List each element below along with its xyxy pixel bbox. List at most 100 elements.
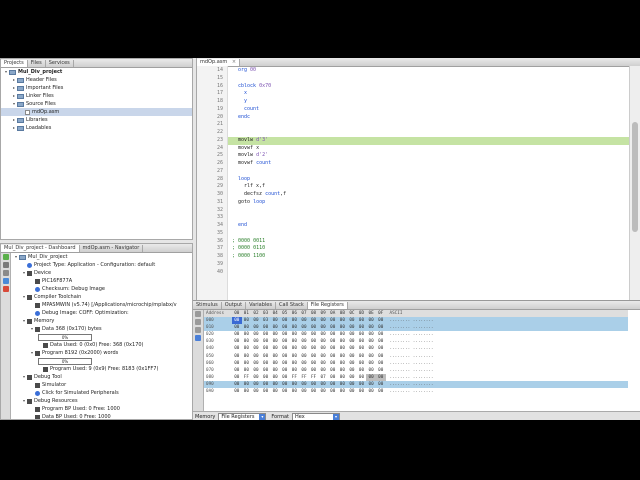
tree-node[interactable]: ▸ Linker Files bbox=[1, 92, 192, 100]
code-line[interactable]: goto loop bbox=[228, 199, 629, 207]
register-cell[interactable]: 00 bbox=[338, 331, 348, 338]
register-cell[interactable]: 00 bbox=[318, 360, 328, 367]
register-cell[interactable]: 00 bbox=[328, 331, 338, 338]
register-cell[interactable]: 00 bbox=[270, 360, 280, 367]
register-cell[interactable]: 00 bbox=[318, 338, 328, 345]
register-cell[interactable]: 00 bbox=[299, 367, 309, 374]
register-cell[interactable]: FF bbox=[290, 374, 300, 381]
register-cell[interactable]: 00 bbox=[366, 367, 376, 374]
code-line[interactable]: movlw d'3' bbox=[228, 136, 629, 145]
memory-select[interactable]: File Registers ▾ bbox=[218, 412, 267, 420]
code-line[interactable]: y bbox=[228, 98, 629, 106]
register-cell[interactable]: 00 bbox=[270, 353, 280, 360]
register-cell[interactable]: 00 bbox=[232, 331, 242, 338]
chip-settings-icon[interactable] bbox=[2, 262, 9, 268]
tree-node[interactable]: ▾ Source Files bbox=[1, 100, 192, 108]
register-cell[interactable]: 00 bbox=[366, 373, 376, 381]
register-cell[interactable]: 00 bbox=[290, 324, 300, 331]
register-cell[interactable]: 00 bbox=[299, 388, 309, 395]
register-cell[interactable]: 00 bbox=[280, 381, 290, 388]
code-line[interactable]: movlw d'2' bbox=[228, 152, 629, 160]
register-cell[interactable]: 00 bbox=[299, 353, 309, 360]
register-cell[interactable]: 00 bbox=[376, 317, 386, 324]
register-cell[interactable]: 00 bbox=[328, 317, 338, 324]
projects-tab-0[interactable]: Projects bbox=[1, 60, 28, 67]
register-cell[interactable]: 00 bbox=[261, 331, 271, 338]
register-cell[interactable]: 00 bbox=[375, 373, 386, 381]
register-cell[interactable]: 00 bbox=[328, 360, 338, 367]
register-cell[interactable]: 00 bbox=[347, 338, 357, 345]
register-cell[interactable]: 00 bbox=[280, 353, 290, 360]
register-cell[interactable]: 00 bbox=[309, 317, 319, 324]
register-cell[interactable]: 00 bbox=[251, 388, 261, 395]
register-cell[interactable]: 00 bbox=[328, 381, 338, 388]
register-cell[interactable]: 00 bbox=[338, 360, 348, 367]
register-cell[interactable]: 00 bbox=[347, 324, 357, 331]
editor-scrollbar[interactable] bbox=[629, 66, 640, 300]
bottom-tab-0[interactable]: Stimulus bbox=[193, 302, 222, 309]
code-line[interactable]: org 00 bbox=[228, 67, 629, 75]
register-cell[interactable]: 00 bbox=[299, 324, 309, 331]
code-line[interactable] bbox=[228, 214, 629, 222]
tree-node[interactable]: Debug Image: COFF: Optimization: bbox=[11, 309, 192, 317]
register-cell[interactable]: 00 bbox=[232, 338, 242, 345]
code-line[interactable]: movwf x bbox=[228, 145, 629, 153]
register-cell[interactable]: 00 bbox=[251, 324, 261, 331]
code-line[interactable] bbox=[228, 230, 629, 238]
register-cell[interactable]: 00 bbox=[232, 317, 242, 325]
register-cell[interactable]: 00 bbox=[366, 345, 376, 352]
register-cell[interactable]: 00 bbox=[261, 353, 271, 360]
register-cell[interactable]: 00 bbox=[242, 360, 252, 367]
register-cell[interactable]: 00 bbox=[357, 353, 367, 360]
register-cell[interactable]: 00 bbox=[347, 388, 357, 395]
register-cell[interactable]: 00 bbox=[376, 345, 386, 352]
tree-node[interactable]: mdOp.asm bbox=[1, 108, 192, 116]
register-cell[interactable]: 00 bbox=[290, 353, 300, 360]
tree-node[interactable]: ▸ Important Files bbox=[1, 84, 192, 92]
register-cell[interactable]: 00 bbox=[299, 345, 309, 352]
register-cell[interactable]: 00 bbox=[290, 317, 300, 324]
register-cell[interactable]: 00 bbox=[299, 381, 309, 388]
register-cell[interactable]: 00 bbox=[232, 360, 242, 367]
register-cell[interactable]: 00 bbox=[280, 360, 290, 367]
register-cell[interactable]: 00 bbox=[347, 374, 357, 381]
register-cell[interactable]: 00 bbox=[270, 381, 280, 388]
register-cell[interactable]: 00 bbox=[270, 331, 280, 338]
code-line[interactable]: count bbox=[228, 106, 629, 114]
register-cell[interactable]: 00 bbox=[328, 353, 338, 360]
register-cell[interactable]: 00 bbox=[328, 338, 338, 345]
register-cell[interactable]: 00 bbox=[318, 367, 328, 374]
register-cell[interactable]: 00 bbox=[338, 353, 348, 360]
register-cell[interactable]: 00 bbox=[357, 381, 367, 388]
register-cell[interactable]: 00 bbox=[261, 345, 271, 352]
tree-node[interactable]: Program BP Used: 0 Free: 1000 bbox=[11, 405, 192, 413]
code-line[interactable]: ; 0000 0110 bbox=[228, 245, 629, 253]
tree-node[interactable]: Click for Simulated Peripherals bbox=[11, 389, 192, 397]
register-cell[interactable]: 00 bbox=[328, 367, 338, 374]
tree-node[interactable]: ▾ Mul_Div_project bbox=[11, 253, 192, 261]
register-cell[interactable]: 00 bbox=[376, 338, 386, 345]
register-cell[interactable]: FF bbox=[299, 374, 309, 381]
tree-node[interactable]: PIC16F877A bbox=[11, 277, 192, 285]
register-cell[interactable]: 00 bbox=[366, 324, 376, 331]
register-cell[interactable]: 00 bbox=[261, 360, 271, 367]
register-cell[interactable]: 00 bbox=[299, 331, 309, 338]
register-cell[interactable]: 00 bbox=[376, 367, 386, 374]
register-cell[interactable]: 00 bbox=[251, 345, 261, 352]
tree-node[interactable]: ▾ Data 368 (0x170) bytes bbox=[11, 325, 192, 333]
register-cell[interactable]: 00 bbox=[318, 345, 328, 352]
tree-node[interactable]: ▸ Loadables bbox=[1, 124, 192, 132]
register-cell[interactable]: 00 bbox=[242, 367, 252, 374]
register-cell[interactable]: 00 bbox=[309, 360, 319, 367]
code-line[interactable]: cblock 0x70 bbox=[228, 83, 629, 91]
register-cell[interactable]: 00 bbox=[318, 388, 328, 395]
register-cell[interactable]: 00 bbox=[328, 374, 338, 381]
register-cell[interactable]: 00 bbox=[280, 317, 290, 324]
register-cell[interactable]: 00 bbox=[251, 367, 261, 374]
register-cell[interactable]: 00 bbox=[338, 345, 348, 352]
code-line[interactable]: rlf x,f bbox=[228, 183, 629, 191]
register-cell[interactable]: 00 bbox=[366, 353, 376, 360]
info-icon[interactable] bbox=[195, 335, 201, 341]
register-cell[interactable]: 00 bbox=[309, 331, 319, 338]
register-cell[interactable]: 00 bbox=[290, 381, 300, 388]
